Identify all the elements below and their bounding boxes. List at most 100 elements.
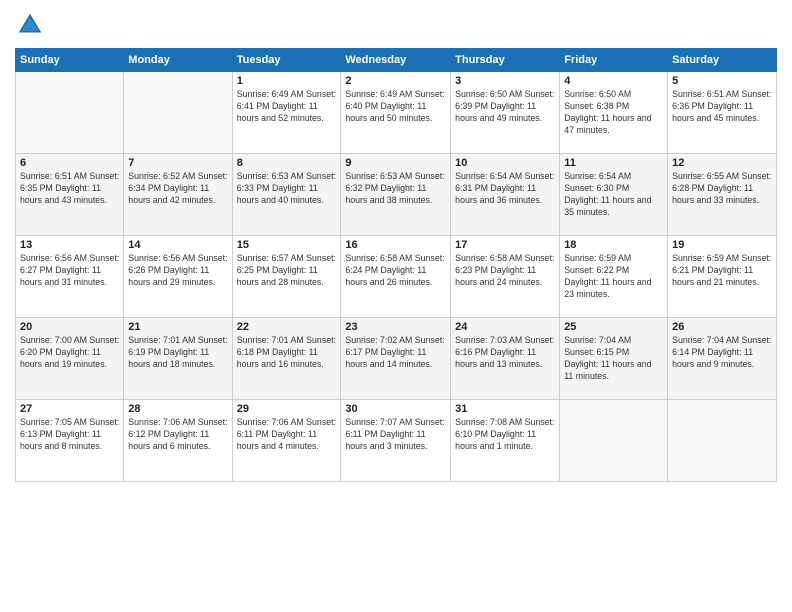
day-info: Sunrise: 7:01 AM Sunset: 6:19 PM Dayligh…: [128, 335, 227, 371]
calendar-cell: 26 Sunrise: 7:04 AM Sunset: 6:14 PM Dayli…: [668, 318, 777, 400]
calendar-cell: 17 Sunrise: 6:58 AM Sunset: 6:23 PM Dayli…: [451, 236, 560, 318]
calendar-cell: 12 Sunrise: 6:55 AM Sunset: 6:28 PM Dayli…: [668, 154, 777, 236]
calendar-cell: 23Sunrise: 7:02 AM Sunset: 6:17 PM Dayli…: [341, 318, 451, 400]
calendar-week-1: 1 Sunrise: 6:49 AM Sunset: 6:41 PM Daylig…: [16, 72, 777, 154]
day-info: Sunrise: 6:56 AM Sunset: 6:27 PM Dayligh…: [20, 253, 119, 289]
calendar-cell: 15 Sunrise: 6:57 AM Sunset: 6:25 PM Dayli…: [232, 236, 341, 318]
day-info: Sunrise: 6:54 AM Sunset: 6:31 PM Dayligh…: [455, 171, 555, 207]
day-info: Sunrise: 6:57 AM Sunset: 6:25 PM Dayligh…: [237, 253, 337, 289]
calendar-week-5: 27 Sunrise: 7:05 AM Sunset: 6:13 PM Dayli…: [16, 400, 777, 482]
weekday-header-sunday: Sunday: [16, 49, 124, 72]
day-number: 5: [672, 75, 772, 87]
weekday-header-thursday: Thursday: [451, 49, 560, 72]
day-number: 15: [237, 239, 337, 251]
logo-icon: [15, 10, 45, 40]
calendar-cell: 21 Sunrise: 7:01 AM Sunset: 6:19 PM Dayli…: [124, 318, 232, 400]
calendar-cell: 20 Sunrise: 7:00 AM Sunset: 6:20 PM Dayli…: [16, 318, 124, 400]
calendar-cell: 13Sunrise: 6:56 AM Sunset: 6:27 PM Dayli…: [16, 236, 124, 318]
day-info: Sunrise: 6:51 AM Sunset: 6:36 PM Dayligh…: [672, 89, 772, 125]
calendar-cell: 31 Sunrise: 7:08 AM Sunset: 6:10 PM Dayli…: [451, 400, 560, 482]
day-info: Sunrise: 7:03 AM Sunset: 6:16 PM Dayligh…: [455, 335, 555, 371]
day-info: Sunrise: 6:53 AM Sunset: 6:32 PM Dayligh…: [345, 171, 446, 207]
weekday-header-friday: Friday: [560, 49, 668, 72]
day-info: Sunrise: 6:52 AM Sunset: 6:34 PM Dayligh…: [128, 171, 227, 207]
day-info: Sunrise: 6:50 AM Sunset: 6:38 PM Dayligh…: [564, 89, 663, 137]
day-number: 24: [455, 321, 555, 333]
day-info: Sunrise: 6:59 AM Sunset: 6:22 PM Dayligh…: [564, 253, 663, 301]
calendar-cell: 25 Sunrise: 7:04 AM Sunset: 6:15 PM Dayli…: [560, 318, 668, 400]
day-number: 19: [672, 239, 772, 251]
calendar-cell: [560, 400, 668, 482]
day-number: 12: [672, 157, 772, 169]
day-info: Sunrise: 6:50 AM Sunset: 6:39 PM Dayligh…: [455, 89, 555, 125]
day-number: 7: [128, 157, 227, 169]
calendar-cell: 11Sunrise: 6:54 AM Sunset: 6:30 PM Dayli…: [560, 154, 668, 236]
calendar-cell: 29 Sunrise: 7:06 AM Sunset: 6:11 PM Dayli…: [232, 400, 341, 482]
calendar-cell: 19 Sunrise: 6:59 AM Sunset: 6:21 PM Dayli…: [668, 236, 777, 318]
day-info: Sunrise: 6:49 AM Sunset: 6:40 PM Dayligh…: [345, 89, 446, 125]
day-info: Sunrise: 7:04 AM Sunset: 6:15 PM Dayligh…: [564, 335, 663, 383]
day-number: 6: [20, 157, 119, 169]
day-number: 14: [128, 239, 227, 251]
day-number: 2: [345, 75, 446, 87]
calendar-cell: 8 Sunrise: 6:53 AM Sunset: 6:33 PM Daylig…: [232, 154, 341, 236]
day-number: 18: [564, 239, 663, 251]
calendar-cell: 22 Sunrise: 7:01 AM Sunset: 6:18 PM Dayli…: [232, 318, 341, 400]
calendar-cell: 5 Sunrise: 6:51 AM Sunset: 6:36 PM Daylig…: [668, 72, 777, 154]
day-number: 31: [455, 403, 555, 415]
calendar-cell: 9 Sunrise: 6:53 AM Sunset: 6:32 PM Daylig…: [341, 154, 451, 236]
day-info: Sunrise: 6:54 AM Sunset: 6:30 PM Dayligh…: [564, 171, 663, 219]
calendar-cell: 2 Sunrise: 6:49 AM Sunset: 6:40 PM Daylig…: [341, 72, 451, 154]
calendar-cell: 7 Sunrise: 6:52 AM Sunset: 6:34 PM Daylig…: [124, 154, 232, 236]
day-number: 1: [237, 75, 337, 87]
day-number: 30: [345, 403, 446, 415]
weekday-header-saturday: Saturday: [668, 49, 777, 72]
calendar-cell: [668, 400, 777, 482]
day-number: 16: [345, 239, 446, 251]
day-number: 10: [455, 157, 555, 169]
logo: [15, 10, 49, 40]
day-info: Sunrise: 6:58 AM Sunset: 6:23 PM Dayligh…: [455, 253, 555, 289]
weekday-header-monday: Monday: [124, 49, 232, 72]
day-number: 29: [237, 403, 337, 415]
day-number: 21: [128, 321, 227, 333]
day-info: Sunrise: 7:08 AM Sunset: 6:10 PM Dayligh…: [455, 417, 555, 453]
day-info: Sunrise: 7:01 AM Sunset: 6:18 PM Dayligh…: [237, 335, 337, 371]
page-header: [15, 10, 777, 40]
calendar-cell: 18 Sunrise: 6:59 AM Sunset: 6:22 PM Dayli…: [560, 236, 668, 318]
calendar-header-row: SundayMondayTuesdayWednesdayThursdayFrid…: [16, 49, 777, 72]
calendar-cell: 28Sunrise: 7:06 AM Sunset: 6:12 PM Dayli…: [124, 400, 232, 482]
day-info: Sunrise: 6:53 AM Sunset: 6:33 PM Dayligh…: [237, 171, 337, 207]
calendar-cell: 6 Sunrise: 6:51 AM Sunset: 6:35 PM Daylig…: [16, 154, 124, 236]
calendar-cell: 4 Sunrise: 6:50 AM Sunset: 6:38 PM Daylig…: [560, 72, 668, 154]
day-number: 3: [455, 75, 555, 87]
day-info: Sunrise: 7:04 AM Sunset: 6:14 PM Dayligh…: [672, 335, 772, 371]
calendar-cell: 30 Sunrise: 7:07 AM Sunset: 6:11 PM Dayli…: [341, 400, 451, 482]
calendar-cell: [124, 72, 232, 154]
day-number: 20: [20, 321, 119, 333]
day-number: 8: [237, 157, 337, 169]
day-info: Sunrise: 7:07 AM Sunset: 6:11 PM Dayligh…: [345, 417, 446, 453]
day-info: Sunrise: 7:06 AM Sunset: 6:11 PM Dayligh…: [237, 417, 337, 453]
day-info: Sunrise: 6:55 AM Sunset: 6:28 PM Dayligh…: [672, 171, 772, 207]
day-info: Sunrise: 7:00 AM Sunset: 6:20 PM Dayligh…: [20, 335, 119, 371]
calendar-cell: 24 Sunrise: 7:03 AM Sunset: 6:16 PM Dayli…: [451, 318, 560, 400]
day-number: 25: [564, 321, 663, 333]
day-number: 9: [345, 157, 446, 169]
day-number: 26: [672, 321, 772, 333]
weekday-header-wednesday: Wednesday: [341, 49, 451, 72]
day-number: 4: [564, 75, 663, 87]
day-info: Sunrise: 6:49 AM Sunset: 6:41 PM Dayligh…: [237, 89, 337, 125]
weekday-header-tuesday: Tuesday: [232, 49, 341, 72]
day-info: Sunrise: 6:51 AM Sunset: 6:35 PM Dayligh…: [20, 171, 119, 207]
day-info: Sunrise: 7:05 AM Sunset: 6:13 PM Dayligh…: [20, 417, 119, 453]
day-info: Sunrise: 6:58 AM Sunset: 6:24 PM Dayligh…: [345, 253, 446, 289]
day-info: Sunrise: 6:59 AM Sunset: 6:21 PM Dayligh…: [672, 253, 772, 289]
day-info: Sunrise: 6:56 AM Sunset: 6:26 PM Dayligh…: [128, 253, 227, 289]
day-number: 17: [455, 239, 555, 251]
day-number: 28: [128, 403, 227, 415]
calendar-week-2: 6 Sunrise: 6:51 AM Sunset: 6:35 PM Daylig…: [16, 154, 777, 236]
day-number: 22: [237, 321, 337, 333]
day-number: 27: [20, 403, 119, 415]
calendar-cell: 10 Sunrise: 6:54 AM Sunset: 6:31 PM Dayli…: [451, 154, 560, 236]
